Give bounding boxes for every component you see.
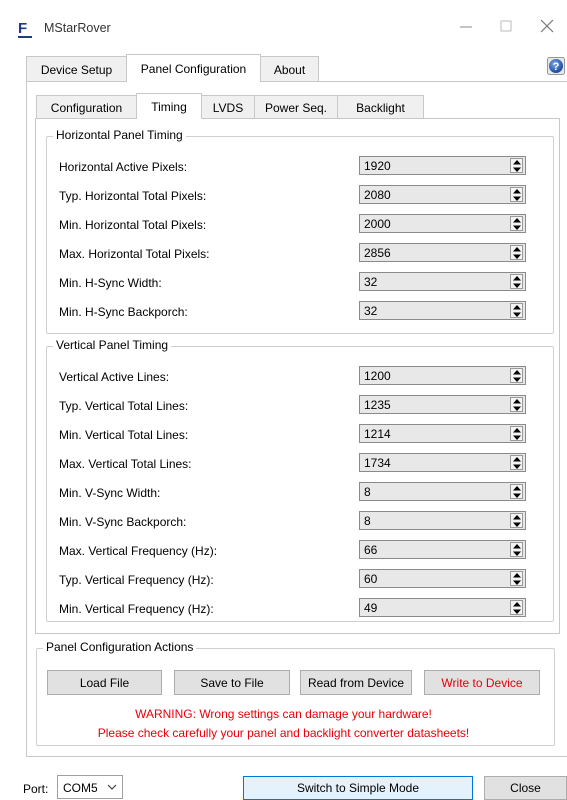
field-label: Min. V-Sync Width: [59,486,161,500]
title-bar: F MStarRover [0,0,567,54]
number-stepper[interactable]: 66 [359,540,526,559]
stepper-arrows-icon[interactable] [510,368,523,383]
maximize-icon[interactable] [496,16,516,36]
svg-text:?: ? [553,61,560,73]
field-label: Min. H-Sync Backporch: [59,305,188,319]
stepper-value: 1200 [364,369,391,383]
number-stepper[interactable]: 1214 [359,424,526,443]
stepper-arrows-icon[interactable] [510,303,523,318]
stepper-value: 1235 [364,398,391,412]
stepper-value: 60 [364,572,378,586]
tab-configuration[interactable]: Configuration [36,95,137,119]
stepper-arrows-icon[interactable] [510,216,523,231]
stepper-arrows-icon[interactable] [510,455,523,470]
stepper-arrows-icon[interactable] [510,513,523,528]
field-label: Horizontal Active Pixels: [59,160,188,174]
tab-panel-configuration[interactable]: Panel Configuration [126,54,261,82]
number-stepper[interactable]: 1734 [359,453,526,472]
stepper-arrows-icon[interactable] [510,245,523,260]
tab-about[interactable]: About [260,56,319,82]
number-stepper[interactable]: 1200 [359,366,526,385]
minimize-icon[interactable] [456,16,476,36]
stepper-arrows-icon[interactable] [510,426,523,441]
chevron-down-icon [107,784,117,790]
stepper-arrows-icon[interactable] [510,397,523,412]
field-label: Min. Vertical Total Lines: [59,428,189,442]
app-logo-icon: F [18,20,32,38]
warning-text: WARNING: Wrong settings can damage your … [135,707,432,721]
tab-timing[interactable]: Timing [136,93,202,119]
field-label: Vertical Active Lines: [59,370,170,384]
load-file-button[interactable]: Load File [47,670,162,695]
port-value: COM5 [63,781,98,795]
number-stepper[interactable]: 60 [359,569,526,588]
stepper-value: 8 [364,514,371,528]
stepper-value: 2856 [364,246,391,260]
number-stepper[interactable]: 2080 [359,185,526,204]
group-title: Panel Configuration Actions [43,640,197,654]
stepper-arrows-icon[interactable] [510,571,523,586]
stepper-value: 1214 [364,427,391,441]
group-title: Horizontal Panel Timing [53,128,186,142]
close-window-icon[interactable] [537,16,557,36]
port-select[interactable]: COM5 [57,775,123,799]
group-title: Vertical Panel Timing [53,338,172,352]
tab-device-setup[interactable]: Device Setup [26,56,127,82]
number-stepper[interactable]: 8 [359,511,526,530]
switch-simple-mode-button[interactable]: Switch to Simple Mode [243,776,473,800]
number-stepper[interactable]: 1235 [359,395,526,414]
field-label: Min. H-Sync Width: [59,276,162,290]
stepper-value: 32 [364,275,378,289]
close-button[interactable]: Close [484,776,567,800]
number-stepper[interactable]: 2000 [359,214,526,233]
field-label: Typ. Vertical Total Lines: [59,399,189,413]
tab-power-seq[interactable]: Power Seq. [254,95,338,119]
field-label: Max. Horizontal Total Pixels: [59,247,210,261]
help-icon[interactable]: ? [547,57,565,75]
stepper-arrows-icon[interactable] [510,274,523,289]
tab-lvds[interactable]: LVDS [201,95,255,119]
warning-detail-text: Please check carefully your panel and ba… [97,726,470,740]
field-label: Max. Vertical Total Lines: [59,457,192,471]
field-label: Min. Horizontal Total Pixels: [59,218,207,232]
number-stepper[interactable]: 49 [359,598,526,617]
stepper-arrows-icon[interactable] [510,158,523,173]
read-from-device-button[interactable]: Read from Device [300,670,412,695]
number-stepper[interactable]: 32 [359,272,526,291]
write-to-device-button[interactable]: Write to Device [424,670,540,695]
field-label: Typ. Vertical Frequency (Hz): [59,573,214,587]
number-stepper[interactable]: 1920 [359,156,526,175]
stepper-value: 49 [364,601,378,615]
stepper-value: 2000 [364,217,391,231]
save-to-file-button[interactable]: Save to File [174,670,290,695]
stepper-value: 1734 [364,456,391,470]
field-label: Max. Vertical Frequency (Hz): [59,544,218,558]
stepper-value: 1920 [364,159,391,173]
stepper-arrows-icon[interactable] [510,187,523,202]
stepper-arrows-icon[interactable] [510,542,523,557]
field-label: Min. Vertical Frequency (Hz): [59,602,214,616]
field-label: Min. V-Sync Backporch: [59,515,187,529]
stepper-arrows-icon[interactable] [510,484,523,499]
number-stepper[interactable]: 32 [359,301,526,320]
svg-text:F: F [18,20,27,37]
number-stepper[interactable]: 8 [359,482,526,501]
window-title: MStarRover [44,21,111,35]
number-stepper[interactable]: 2856 [359,243,526,262]
stepper-arrows-icon[interactable] [510,600,523,615]
port-label: Port: [23,782,49,796]
stepper-value: 32 [364,304,378,318]
tab-backlight[interactable]: Backlight [337,95,424,119]
stepper-value: 2080 [364,188,391,202]
field-label: Typ. Horizontal Total Pixels: [59,189,207,203]
stepper-value: 66 [364,543,378,557]
stepper-value: 8 [364,485,371,499]
